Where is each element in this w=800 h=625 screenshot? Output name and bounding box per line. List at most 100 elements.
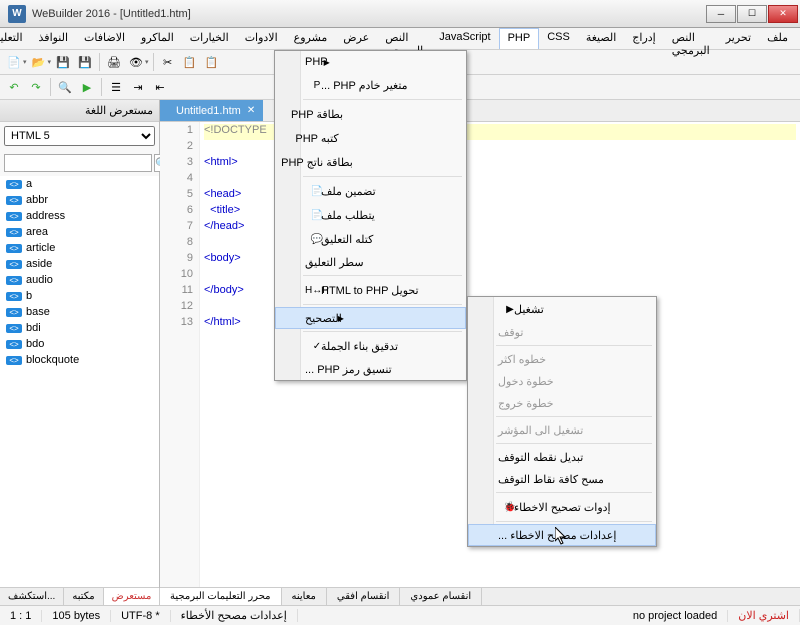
tag-item[interactable]: <>a (0, 176, 159, 192)
tag-badge-icon: <> (6, 356, 22, 365)
cut-icon[interactable]: ✂ (158, 52, 178, 72)
tag-item[interactable]: <>address (0, 208, 159, 224)
undo-icon[interactable]: ↶ (4, 77, 24, 97)
file-tab-label: Untitled1.htm (176, 105, 241, 117)
close-button[interactable]: ✕ (768, 5, 798, 23)
menu-item: توقف (468, 321, 656, 343)
tag-search-input[interactable] (4, 154, 152, 172)
sidebar-tab[interactable]: مستعرض (104, 588, 161, 605)
menu-item: خطوة خروج (468, 392, 656, 414)
menu-item[interactable]: PHP▶ (275, 51, 466, 73)
menu-item[interactable]: ... PHP تنسيق رمز (275, 358, 466, 380)
menu-item[interactable]: 🐞إدوات تصحيح الاخطاء (468, 495, 656, 519)
tag-badge-icon: <> (6, 196, 22, 205)
tag-badge-icon: <> (6, 340, 22, 349)
outdent-icon[interactable]: ⇤ (150, 77, 170, 97)
doctype-select[interactable]: HTML 5 (4, 126, 155, 146)
sidebar: مستعرض اللغة HTML 5 🔍 <>a<>abbr<>address… (0, 100, 160, 605)
menu-ملف[interactable]: ملف (759, 28, 796, 49)
editor-view-tab[interactable]: معاينه (282, 588, 327, 605)
tag-item[interactable]: <>article (0, 240, 159, 256)
menu-JavaScript[interactable]: JavaScript (431, 28, 498, 49)
menu-الماكرو[interactable]: الماكرو (133, 28, 182, 49)
tag-item[interactable]: <>bdi (0, 320, 159, 336)
menu-item[interactable]: H↔PHTML to PHP تحويل (275, 278, 466, 302)
status-position: 1 : 1 (0, 610, 42, 622)
menubar: ملفتحريرالنص البرمجيإدراجالصيغةCSSPHPJav… (0, 28, 800, 50)
save-all-icon[interactable]: 💾 (75, 52, 95, 72)
tag-badge-icon: <> (6, 260, 22, 269)
list-icon[interactable]: ☰ (106, 77, 126, 97)
tag-badge-icon: <> (6, 308, 22, 317)
menu-الادوات[interactable]: الادوات (237, 28, 286, 49)
tag-item[interactable]: <>area (0, 224, 159, 240)
file-tabs: Untitled1.htm ✕ (160, 100, 800, 122)
menu-item-icon: PHP بطاقة ناتج (309, 154, 325, 170)
paste-icon[interactable]: 📋 (202, 52, 222, 72)
menu-تحرير[interactable]: تحرير (718, 28, 759, 49)
menu-item[interactable]: P... PHP متغير خادم (275, 73, 466, 97)
menu-item: خطوه اكثر (468, 348, 656, 370)
menu-item[interactable]: 💬كتله التعليق (275, 227, 466, 251)
submenu-arrow-icon: ▶ (338, 314, 344, 323)
window-title: WeBuilder 2016 - [Untitled1.htm] (32, 8, 706, 20)
tag-item[interactable]: <>audio (0, 272, 159, 288)
tag-item[interactable]: <>base (0, 304, 159, 320)
tag-item[interactable]: <>bdo (0, 336, 159, 352)
menu-item[interactable]: 📄يتطلب ملف (275, 203, 466, 227)
menu-item[interactable]: مسح كافة نقاط التوقف (468, 468, 656, 490)
new-file-icon[interactable]: 📄 (4, 52, 24, 72)
menu-item[interactable]: سطر التعليق (275, 251, 466, 273)
menu-item[interactable]: ✓تدقيق بناء الجملة (275, 334, 466, 358)
menu-PHP[interactable]: PHP (499, 28, 540, 49)
tag-item[interactable]: <>blockquote (0, 352, 159, 368)
close-tab-icon[interactable]: ✕ (247, 105, 255, 116)
maximize-button[interactable]: ☐ (737, 5, 767, 23)
menu-item-icon: PHP كتبه (309, 130, 325, 146)
editor-view-tab[interactable]: انقسام افقي (327, 588, 401, 605)
menu-item[interactable]: ▶تشغيل (468, 297, 656, 321)
print-icon[interactable]: 🖨 (104, 52, 124, 72)
find-icon[interactable]: 🔍 (55, 77, 75, 97)
tag-list[interactable]: <>a<>abbr<>address<>area<>article<>aside… (0, 176, 159, 587)
buy-now-link[interactable]: اشتري الان (728, 609, 800, 622)
sidebar-tab[interactable]: استكشف... (0, 588, 64, 605)
menu-الاضافات[interactable]: الاضافات (76, 28, 133, 49)
menu-item[interactable]: ... إعدادات مصحح الاخطاء (468, 524, 656, 546)
tag-item[interactable]: <>abbr (0, 192, 159, 208)
editor-view-tab[interactable]: محرر التعليمات البرمجية (160, 588, 282, 605)
menu-النص البرمجي[interactable]: النص البرمجي (377, 28, 431, 49)
menu-CSS[interactable]: CSS (539, 28, 578, 49)
indent-icon[interactable]: ⇥ (128, 77, 148, 97)
save-icon[interactable]: 💾 (53, 52, 73, 72)
menu-عرض[interactable]: عرض (335, 28, 377, 49)
menu-item[interactable]: تبديل نقطه التوقف (468, 446, 656, 468)
menu-item[interactable]: 📄تضمين ملف (275, 179, 466, 203)
menu-item[interactable]: التصحيح▶ (275, 307, 466, 329)
menu-النص البرمجي[interactable]: النص البرمجي (664, 28, 718, 49)
menu-التعليمات[interactable]: التعليمات (0, 28, 31, 49)
menu-مشروع[interactable]: مشروع (286, 28, 336, 49)
menu-إدراج[interactable]: إدراج (624, 28, 663, 49)
tag-item[interactable]: <>b (0, 288, 159, 304)
app-logo: W (8, 5, 26, 23)
redo-icon[interactable]: ↷ (26, 77, 46, 97)
menu-item: خطوة دخول (468, 370, 656, 392)
statusbar: 1 : 1 105 bytes UTF-8 * إعدادات مصحح الأ… (0, 605, 800, 625)
menu-النوافذ[interactable]: النوافذ (31, 28, 77, 49)
menu-item[interactable]: PHP كتبه (275, 126, 466, 150)
menu-item[interactable]: PHP بطاقة ناتج (275, 150, 466, 174)
minimize-button[interactable]: ─ (706, 5, 736, 23)
sidebar-tab[interactable]: مكتبه (64, 588, 103, 605)
run-icon[interactable]: ▶ (77, 77, 97, 97)
menu-item[interactable]: PHP بطاقة (275, 102, 466, 126)
copy-icon[interactable]: 📋 (180, 52, 200, 72)
menu-الخيارات[interactable]: الخيارات (182, 28, 237, 49)
file-tab[interactable]: Untitled1.htm ✕ (160, 100, 263, 121)
open-icon[interactable]: 📂 (29, 52, 49, 72)
preview-icon[interactable]: 👁 (126, 52, 146, 72)
menu-الصيغة[interactable]: الصيغة (578, 28, 624, 49)
editor-view-tab[interactable]: انقسام عمودي (400, 588, 482, 605)
submenu-arrow-icon: ▶ (324, 58, 330, 67)
tag-item[interactable]: <>aside (0, 256, 159, 272)
